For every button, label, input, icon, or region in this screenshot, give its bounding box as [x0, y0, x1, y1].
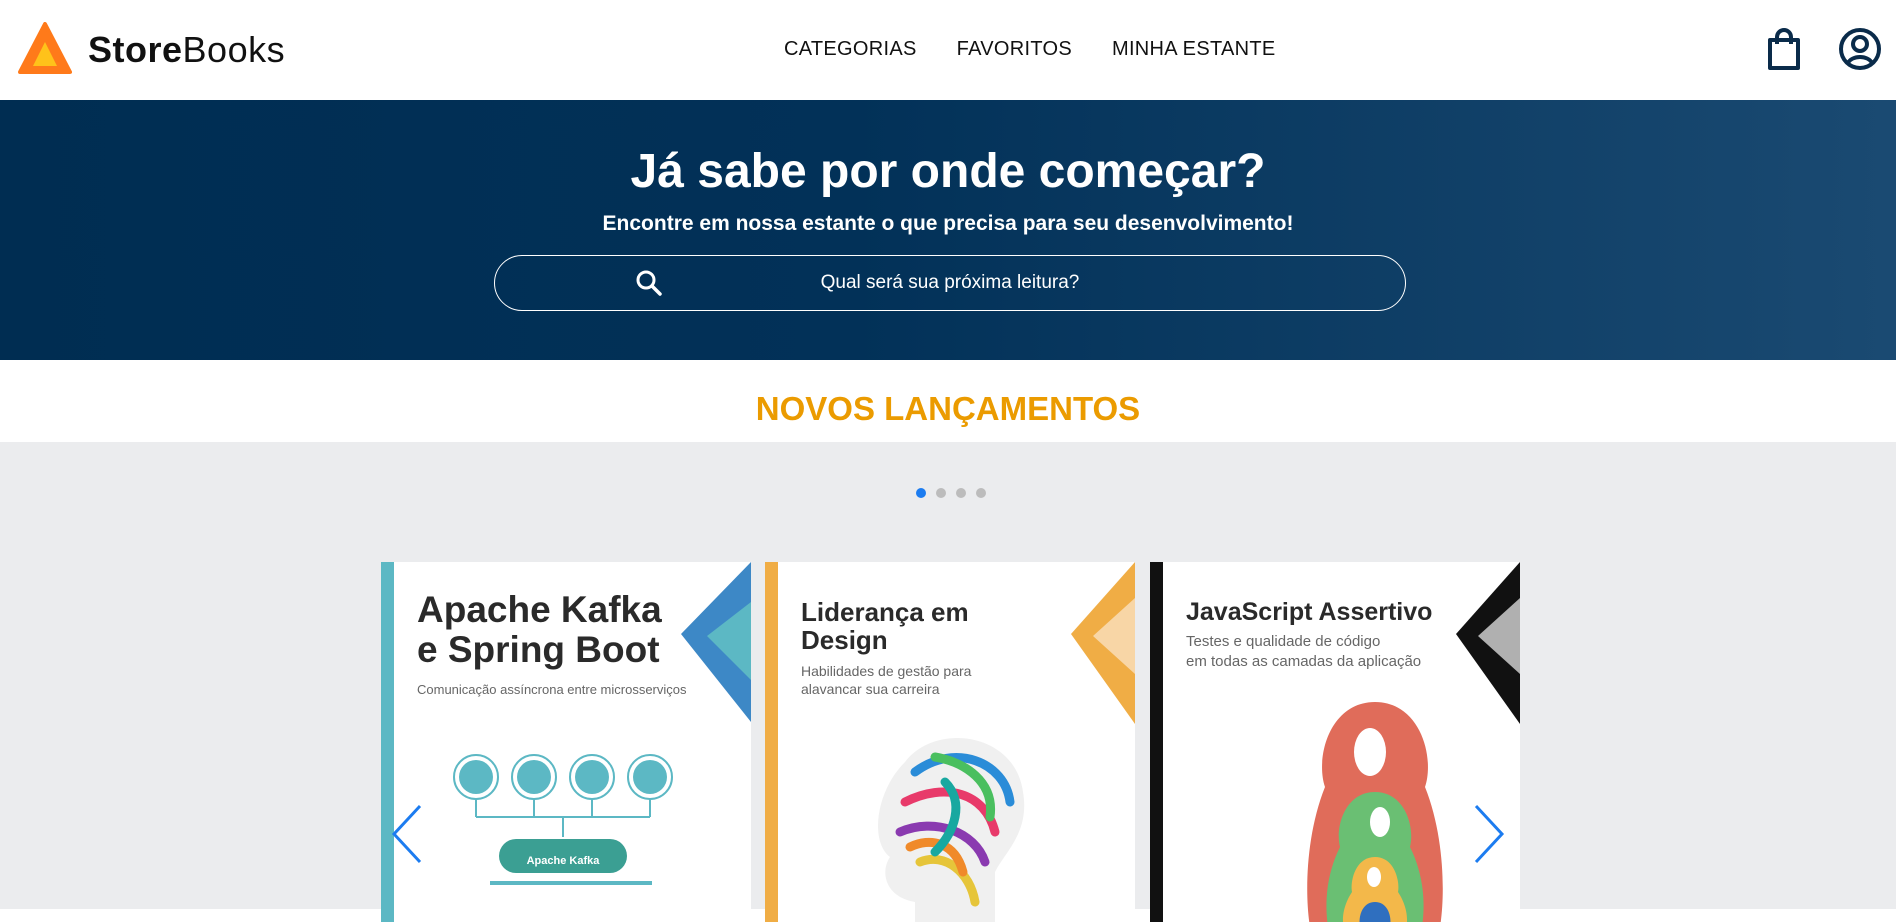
- carousel-dot-1[interactable]: [916, 488, 926, 498]
- nav-minha-estante[interactable]: MINHA ESTANTE: [1112, 38, 1276, 61]
- kafka-diagram-illustration: [453, 754, 673, 885]
- book-corner-chevron-icon: [1456, 562, 1520, 724]
- book-card-apache-kafka[interactable]: Apache Kafka e Spring Boot Comunicação a…: [381, 562, 751, 922]
- book-card-lideranca-em-design[interactable]: Liderança em Design Habilidades de gestã…: [765, 562, 1135, 922]
- book-card-javascript-assertivo[interactable]: JavaScript Assertivo Testes e qualidade …: [1150, 562, 1520, 922]
- book-subtitle-line-2: alavancar sua carreira: [801, 681, 940, 697]
- logo-triangle-icon: [18, 22, 72, 74]
- site-header: StoreBooks CATEGORIAS FAVORITOS MINHA ES…: [0, 0, 1896, 100]
- carousel-dot-2[interactable]: [936, 488, 946, 498]
- releases-carousel: Apache Kafka e Spring Boot Comunicação a…: [0, 442, 1896, 922]
- hero-banner: Já sabe por onde começar? Encontre em no…: [0, 100, 1896, 360]
- book-title-line-1: Liderança em: [801, 597, 969, 627]
- brand-name-store: Store: [88, 29, 183, 70]
- carousel-dot-4[interactable]: [976, 488, 986, 498]
- book-corner-chevron-icon: [1071, 562, 1135, 724]
- brand-name-books: Books: [182, 29, 286, 70]
- book-subtitle: Habilidades de gestão para alavancar sua…: [801, 662, 971, 698]
- user-circle-icon[interactable]: [1838, 26, 1882, 72]
- carousel-pagination: [916, 488, 986, 498]
- nesting-dolls-illustration: [1307, 702, 1443, 922]
- carousel-prev-arrow-icon[interactable]: [388, 802, 428, 866]
- book-title-line-1: Apache Kafka: [417, 589, 662, 630]
- carousel-dot-3[interactable]: [956, 488, 966, 498]
- book-subtitle: Comunicação assíncrona entre microsservi…: [417, 682, 687, 697]
- book-spine: [1150, 562, 1163, 922]
- shopping-bag-icon[interactable]: [1762, 26, 1806, 72]
- colorful-head-illustration: [878, 738, 1025, 922]
- carousel-next-arrow-icon[interactable]: [1468, 802, 1508, 866]
- book-spine: [381, 562, 394, 922]
- book-subtitle-line-1: Habilidades de gestão para: [801, 663, 972, 679]
- search-input[interactable]: [495, 256, 1405, 310]
- releases-header: NOVOS LANÇAMENTOS: [0, 360, 1896, 442]
- book-title: Apache Kafka e Spring Boot: [417, 590, 662, 670]
- book-title-line-2: Design: [801, 625, 888, 655]
- brand-name: StoreBooks: [88, 29, 285, 71]
- book-spine: [765, 562, 778, 922]
- search-box: [494, 255, 1406, 311]
- book-subtitle-line-1: Testes e qualidade de código: [1186, 633, 1381, 650]
- book-title-line-2: e Spring Boot: [417, 629, 660, 670]
- book-title: JavaScript Assertivo: [1186, 598, 1433, 626]
- book-subtitle: Testes e qualidade de código em todas as…: [1186, 632, 1421, 672]
- kafka-diagram-label: Apache Kafka: [526, 855, 600, 867]
- hero-subtitle: Encontre em nossa estante o que precisa …: [602, 212, 1294, 235]
- book-subtitle-line-2: em todas as camadas da aplicação: [1186, 653, 1422, 670]
- main-nav: CATEGORIAS FAVORITOS MINHA ESTANTE: [784, 38, 1276, 61]
- nav-categorias[interactable]: CATEGORIAS: [784, 38, 917, 61]
- releases-title: NOVOS LANÇAMENTOS: [755, 390, 1141, 427]
- brand-logo[interactable]: StoreBooks: [18, 22, 285, 78]
- hero-title: Já sabe por onde começar?: [630, 145, 1266, 198]
- nav-favoritos[interactable]: FAVORITOS: [957, 38, 1072, 61]
- book-corner-chevron-icon: [681, 562, 751, 722]
- book-title: Liderança em Design: [801, 598, 969, 654]
